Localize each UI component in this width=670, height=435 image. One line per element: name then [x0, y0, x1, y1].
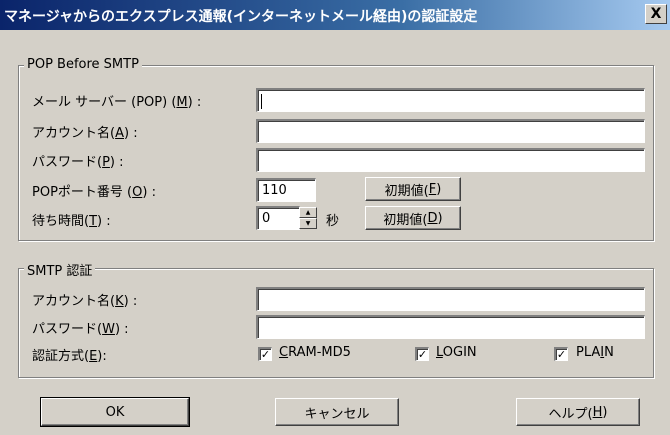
- smtp-account-input[interactable]: [256, 287, 645, 311]
- pop-account-label: アカウント名(A) :: [32, 126, 138, 141]
- port-default-button[interactable]: 初期値(F): [365, 177, 461, 201]
- wait-time-label: 待ち時間(T) :: [32, 214, 111, 229]
- mail-server-label: メール サーバー (POP) (M) :: [32, 95, 202, 110]
- smtp-password-input[interactable]: [256, 315, 645, 339]
- wait-time-unit: 秒: [326, 214, 340, 229]
- close-icon[interactable]: X: [645, 4, 667, 24]
- pop-group-legend: POP Before SMTP: [24, 57, 142, 72]
- spin-up-icon[interactable]: ▲: [299, 207, 317, 218]
- wait-time-input[interactable]: 0: [256, 206, 300, 230]
- cram-md5-label[interactable]: CRAM-MD5: [279, 345, 351, 360]
- window-title: マネージャからのエクスプレス通報(インターネットメール経由)の認証設定: [4, 9, 478, 25]
- ok-button[interactable]: OK: [40, 397, 190, 427]
- wait-time-spinner[interactable]: ▲ ▼: [299, 207, 317, 229]
- smtp-group-legend: SMTP 認証: [24, 260, 96, 279]
- pop-port-input[interactable]: 110: [256, 178, 316, 202]
- pop-port-label: POPポート番号 (O) :: [32, 185, 156, 200]
- cancel-button[interactable]: キャンセル: [275, 398, 399, 426]
- pop-password-label: パスワード(P) :: [32, 155, 124, 170]
- smtp-password-label: パスワード(W) :: [32, 322, 129, 337]
- pop-account-input[interactable]: [256, 119, 645, 143]
- help-button[interactable]: ヘルプ(H): [516, 398, 640, 426]
- login-checkbox[interactable]: ✓: [415, 347, 429, 361]
- login-label[interactable]: LOGIN: [436, 345, 477, 360]
- cram-md5-checkbox[interactable]: ✓: [258, 347, 272, 361]
- title-bar: マネージャからのエクスプレス通報(インターネットメール経由)の認証設定 X: [0, 0, 670, 30]
- mail-server-input[interactable]: [256, 88, 645, 112]
- pop-password-input[interactable]: [256, 148, 645, 172]
- smtp-account-label: アカウント名(K) :: [32, 294, 138, 309]
- auth-method-label: 認証方式(E):: [32, 349, 107, 364]
- spin-down-icon[interactable]: ▼: [299, 218, 317, 229]
- plain-checkbox[interactable]: ✓: [554, 347, 568, 361]
- plain-label[interactable]: PLAIN: [576, 345, 614, 360]
- text-caret: [261, 94, 262, 109]
- wait-default-button[interactable]: 初期値(D): [365, 206, 461, 230]
